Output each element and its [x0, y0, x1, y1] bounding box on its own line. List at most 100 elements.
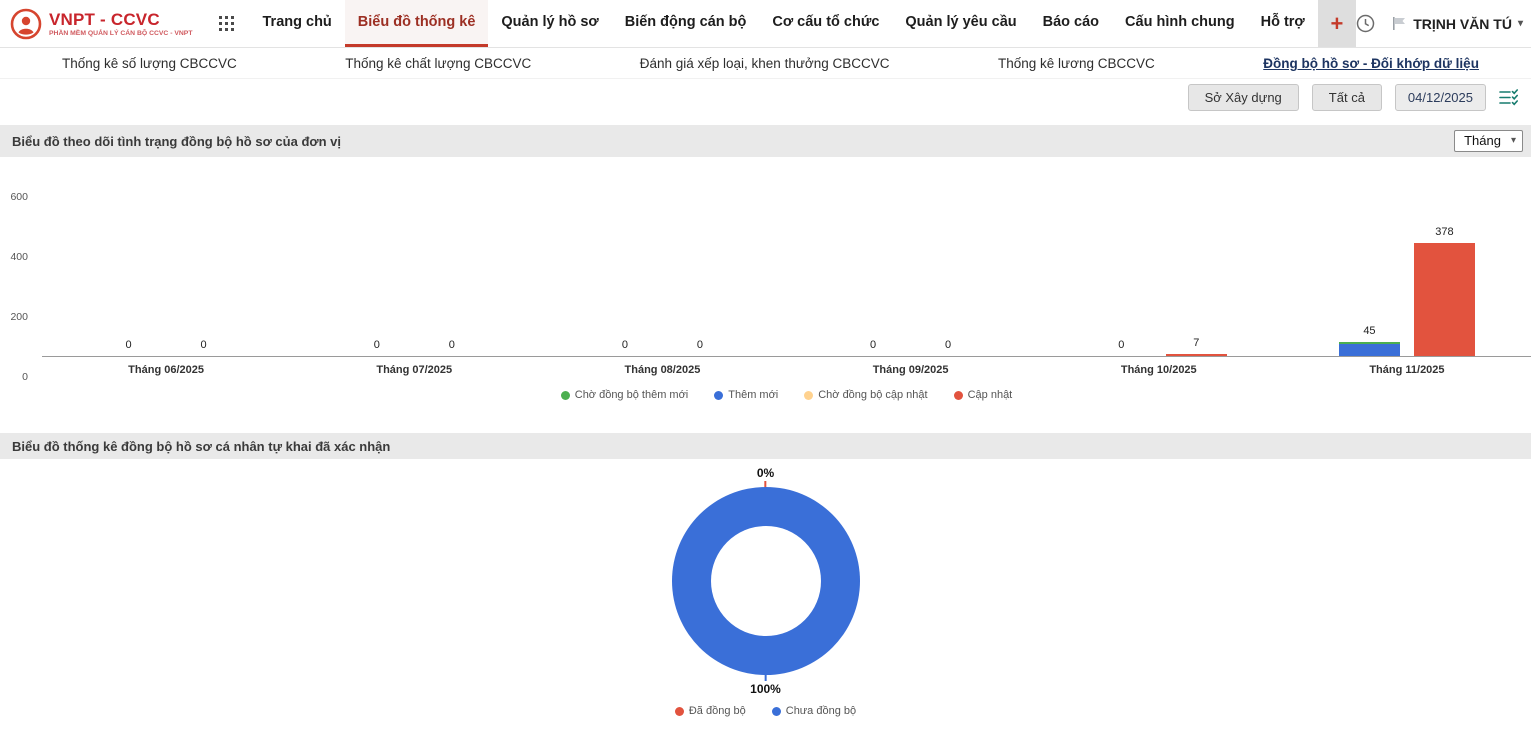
donut-bottom-leader-line [764, 673, 766, 681]
list-settings-button[interactable] [1499, 89, 1519, 106]
legend-item[interactable]: Chờ đồng bộ cập nhật [804, 389, 927, 401]
donut-bottom-marker: 100% [750, 673, 781, 696]
x-axis: Tháng 06/2025Tháng 07/2025Tháng 08/2025T… [42, 364, 1531, 376]
bar-segments [1339, 342, 1400, 356]
donut-top-marker: 0% [757, 466, 774, 489]
bar-stack: 0 [98, 177, 159, 356]
bar-value-label: 0 [908, 339, 989, 351]
y-axis-tick: 0 [22, 371, 28, 383]
bar-stack: 0 [1091, 177, 1152, 356]
x-axis-label: Tháng 07/2025 [290, 364, 538, 376]
subnav-item[interactable]: Thống kê lương CBCCVC [998, 56, 1155, 71]
bar-stack: 0 [594, 177, 655, 356]
x-axis-label: Tháng 09/2025 [787, 364, 1035, 376]
bar-stack: 0 [843, 177, 904, 356]
nav-item[interactable]: Báo cáo [1030, 0, 1112, 47]
unit-filter-button[interactable]: Sở Xây dựng [1188, 84, 1299, 111]
nav-item[interactable]: Biến động cán bộ [612, 0, 760, 47]
x-axis-label: Tháng 06/2025 [42, 364, 290, 376]
bar-value-label: 0 [88, 339, 169, 351]
bar-value-label: 7 [1156, 337, 1237, 349]
bar-group: 00 [290, 177, 538, 356]
x-axis-label: Tháng 08/2025 [538, 364, 786, 376]
bar-group: 00 [42, 177, 290, 356]
flag-icon [1391, 16, 1407, 31]
bar-value-label: 0 [411, 339, 492, 351]
legend-item[interactable]: Thêm mới [714, 389, 778, 401]
brand-text: VNPT - CCVC PHẦN MỀM QUẢN LÝ CÁN BỘ CCVC… [49, 11, 193, 37]
nav-item[interactable]: Cơ cấu tổ chức [759, 0, 892, 47]
y-axis-tick: 600 [10, 191, 28, 203]
donut-chart[interactable] [672, 487, 860, 675]
sync-status-panel: Biểu đồ theo dõi tình trạng đồng bộ hồ s… [0, 125, 1531, 427]
add-tab-button[interactable]: + [1318, 0, 1356, 47]
legend-dot-icon [772, 707, 781, 716]
grid-icon [219, 16, 234, 31]
legend-label: Đã đồng bộ [689, 705, 746, 717]
vnpt-logo-icon [10, 8, 42, 40]
bar-segment[interactable] [1339, 344, 1400, 356]
nav-item[interactable]: Trang chủ [250, 0, 345, 47]
panel1-title: Biểu đồ theo dõi tình trạng đồng bộ hồ s… [12, 134, 341, 149]
bar-chart: 0200400600 000000000745378 Tháng 06/2025… [0, 177, 1531, 427]
history-button[interactable] [1356, 14, 1375, 33]
bar-segment[interactable] [1166, 354, 1227, 356]
scope-filter-button[interactable]: Tất cả [1312, 84, 1382, 111]
legend-item[interactable]: Đã đồng bộ [675, 705, 746, 717]
bar-plot: 000000000745378 [42, 177, 1531, 357]
donut-hole [711, 526, 821, 636]
period-select[interactable]: Tháng ▾ [1454, 130, 1523, 152]
legend-dot-icon [675, 707, 684, 716]
bar-value-label: 0 [163, 339, 244, 351]
bar-stack: 7 [1166, 177, 1227, 356]
nav-item[interactable]: Quản lý hồ sơ [488, 0, 611, 47]
bar-value-label: 0 [659, 339, 740, 351]
y-axis-tick: 200 [10, 311, 28, 323]
donut-top-label: 0% [757, 466, 774, 480]
bar-stack: 45 [1339, 177, 1400, 356]
subnav-item[interactable]: Thống kê chất lượng CBCCVC [345, 56, 531, 71]
bar-value-label: 0 [336, 339, 417, 351]
period-select-value: Tháng [1464, 133, 1501, 148]
legend-item[interactable]: Chưa đồng bộ [772, 705, 856, 717]
bar-value-label: 0 [584, 339, 665, 351]
brand-logo[interactable]: VNPT - CCVC PHẦN MỀM QUẢN LÝ CÁN BỘ CCVC… [0, 0, 203, 47]
bar-stack: 0 [669, 177, 730, 356]
legend-label: Thêm mới [728, 389, 778, 401]
bar-value-label: 0 [1081, 339, 1162, 351]
nav-item[interactable]: Cấu hình chung [1112, 0, 1248, 47]
bar-legend: Chờ đồng bộ thêm mới Thêm mới Chờ đồng bộ … [42, 389, 1531, 401]
legend-item[interactable]: Chờ đồng bộ thêm mới [561, 389, 688, 401]
legend-label: Cập nhật [968, 389, 1013, 401]
bar-segment[interactable] [1414, 243, 1475, 356]
panel1-header: Biểu đồ theo dõi tình trạng đồng bộ hồ s… [0, 125, 1531, 157]
subnav-item[interactable]: Thống kê số lượng CBCCVC [62, 56, 237, 71]
bar-stack: 0 [173, 177, 234, 356]
chevron-down-icon: ▾ [1518, 18, 1523, 29]
bar-value-label: 378 [1404, 226, 1485, 238]
bar-group: 45 378 [1283, 177, 1531, 356]
legend-dot-icon [954, 391, 963, 400]
panel2-header: Biểu đồ thống kê đồng bộ hồ sơ cá nhân t… [0, 433, 1531, 459]
donut-bottom-label: 100% [750, 682, 781, 696]
legend-label: Chờ đồng bộ cập nhật [818, 389, 927, 401]
legend-item[interactable]: Cập nhật [954, 389, 1013, 401]
user-menu[interactable]: TRỊNH VĂN TÚ ▾ [1391, 16, 1523, 32]
filter-bar: Sở Xây dựng Tất cả 04/12/2025 [0, 79, 1531, 119]
top-navbar: VNPT - CCVC PHẦN MỀM QUẢN LÝ CÁN BỘ CCVC… [0, 0, 1531, 48]
nav-item[interactable]: Biểu đồ thống kê [345, 0, 489, 47]
legend-dot-icon [714, 391, 723, 400]
legend-dot-icon [561, 391, 570, 400]
apps-grid-button[interactable] [203, 0, 250, 47]
bar-group: 00 [787, 177, 1035, 356]
date-filter-button[interactable]: 04/12/2025 [1395, 84, 1486, 111]
bar-stack: 0 [918, 177, 979, 356]
nav-item[interactable]: Quản lý yêu cầu [892, 0, 1029, 47]
nav-item[interactable]: Hỗ trợ [1248, 0, 1318, 47]
x-axis-label: Tháng 11/2025 [1283, 364, 1531, 376]
nav-right: TRỊNH VĂN TÚ ▾ [1356, 0, 1531, 47]
x-axis-label: Tháng 10/2025 [1035, 364, 1283, 376]
bar-stack: 0 [346, 177, 407, 356]
subnav-item[interactable]: Đồng bộ hồ sơ - Đối khớp dữ liệu [1263, 56, 1479, 71]
subnav-item[interactable]: Đánh giá xếp loại, khen thưởng CBCCVC [640, 56, 890, 71]
